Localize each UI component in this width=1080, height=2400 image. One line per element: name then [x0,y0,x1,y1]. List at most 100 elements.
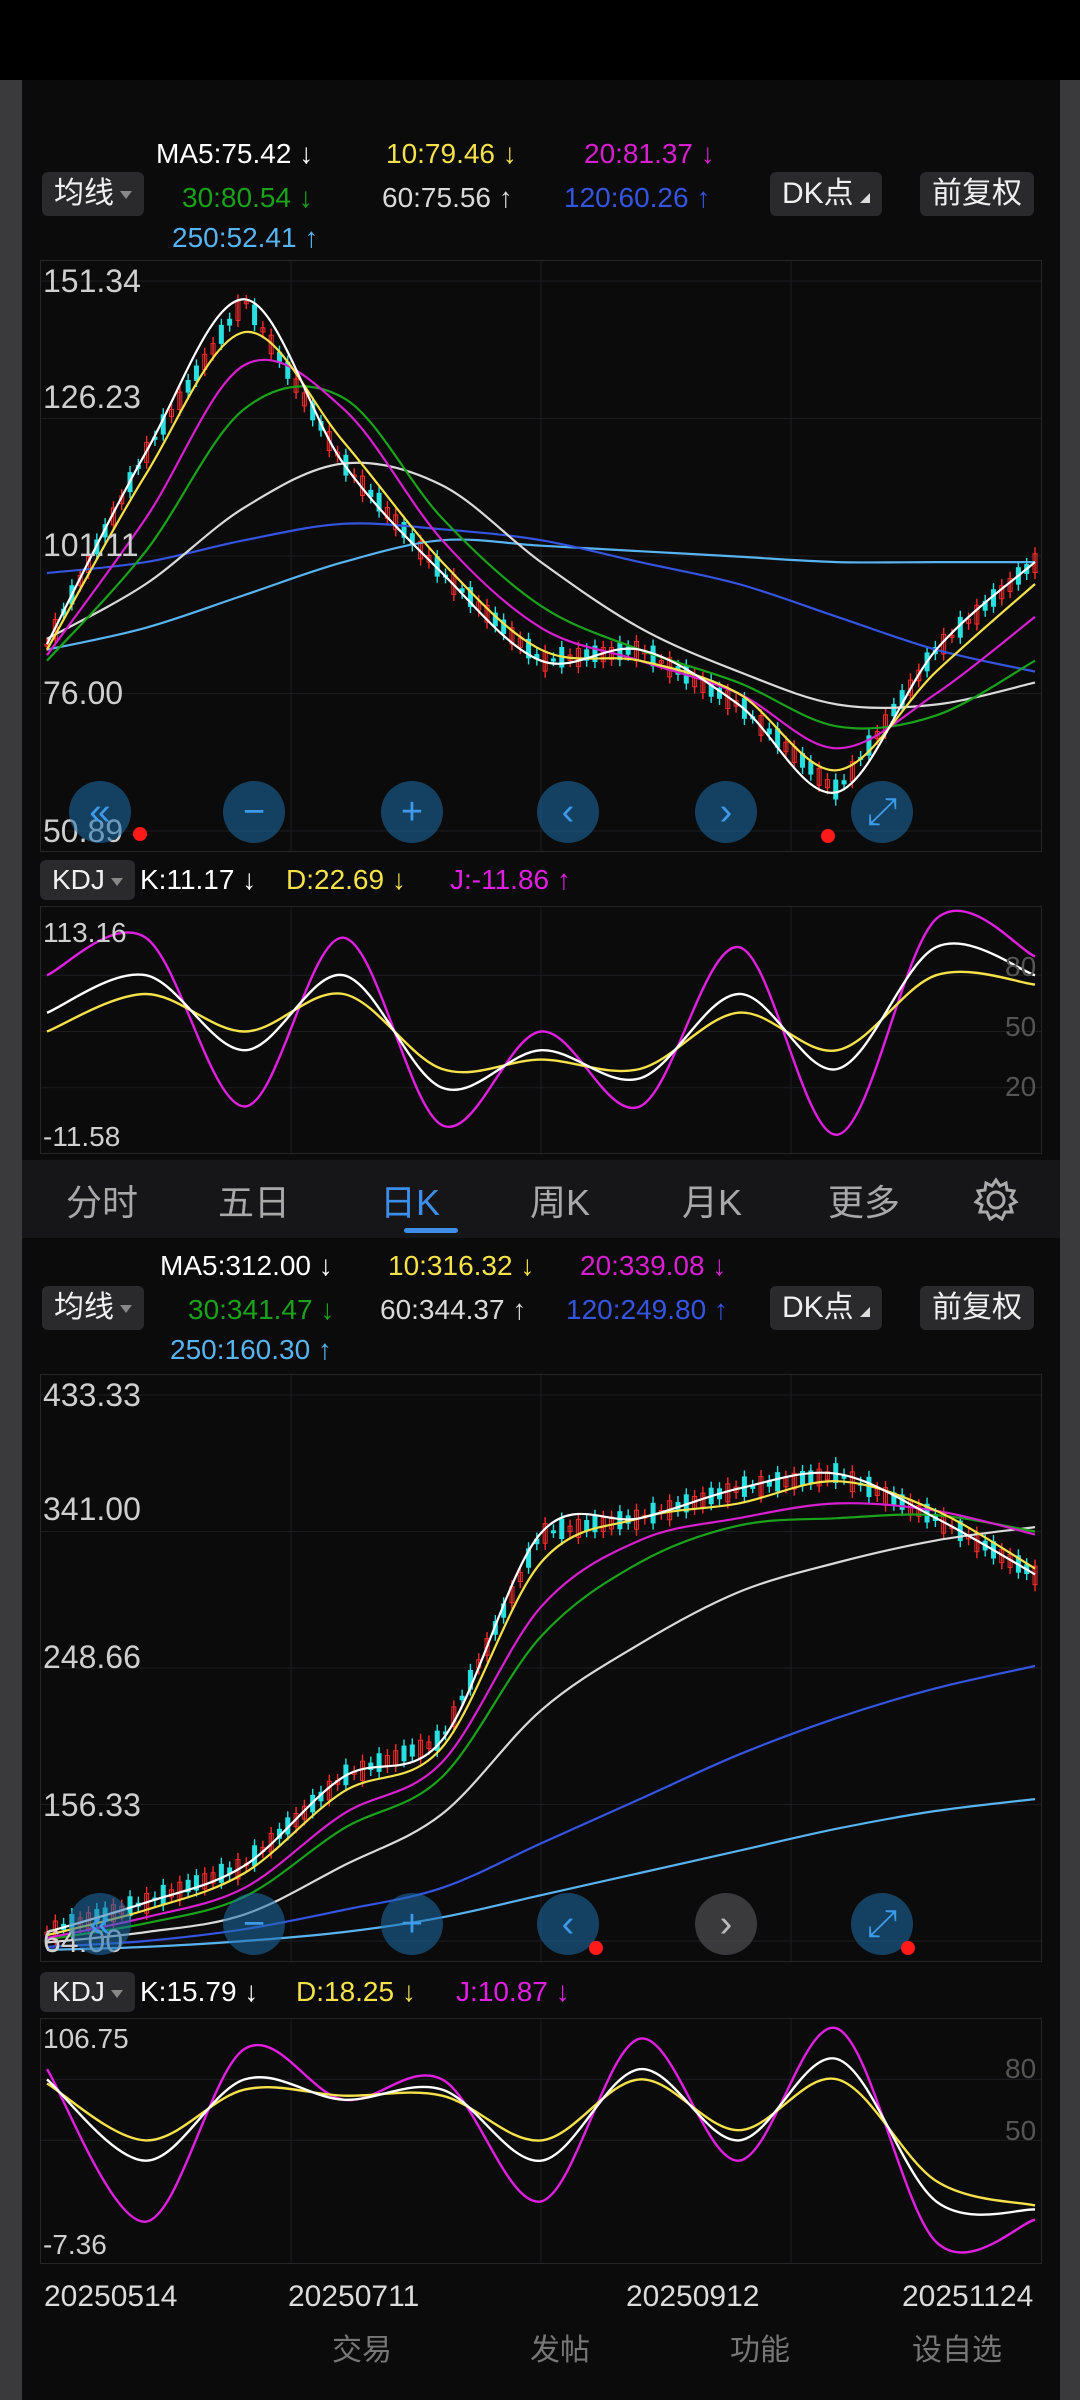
ma60-value: 60:344.37 ↑ [380,1294,527,1325]
ma60-value: 60:75.56 ↑ [382,182,513,213]
dk-marker-dot [901,1941,915,1955]
ma20-value: 20:339.08 ↓ [580,1250,727,1281]
bottom-price-panel[interactable]: 433.33 341.00 248.66 156.33 64.00 « − + … [40,1374,1042,1962]
kdj-k-value: K:11.17 ↓ [140,864,257,895]
candlestick [584,1513,590,1538]
tab-daily-k[interactable]: 日K [380,1174,440,1226]
candlestick [633,634,639,668]
candlestick [866,729,872,762]
ma30-value: 30:80.54 ↓ [182,182,313,213]
y-label: 151.34 [43,263,141,299]
scroll-right-button[interactable]: › [695,781,757,843]
candlestick [600,1510,606,1539]
tab-more[interactable]: 更多 [828,1174,900,1226]
dk-marker-dot [821,829,835,843]
kdj-80-label: 80 [1005,951,1037,982]
nav-functions[interactable]: 功能 [730,2325,790,2369]
ma120-value: 120:249.80 ↑ [566,1294,728,1325]
kdj-50-label: 50 [1005,1011,1037,1042]
y-label: 126.23 [43,379,141,415]
ma5-value: MA5:75.42 ↓ [156,138,314,169]
left-edge [0,80,22,2400]
zoom-out-button[interactable]: − [223,1893,285,1955]
candlestick [999,579,1005,606]
candlestick [509,621,515,651]
candlestick [368,1756,374,1777]
candlestick [883,1481,889,1512]
candlestick [409,1738,415,1763]
scroll-left-button[interactable]: ‹ [537,781,599,843]
right-edge [1060,80,1080,2400]
y-label: 76.00 [43,675,124,711]
candlestick [160,408,166,441]
ma10-value: 10:79.46 ↓ [386,138,517,169]
tab-weekly-k[interactable]: 周K [530,1174,590,1226]
kdj-20-label: 20 [1005,1071,1037,1102]
ma-toggle-button[interactable]: 均线 [42,172,144,216]
candlestick [650,1496,656,1530]
dk-point-button[interactable]: DK点 [770,172,882,216]
dk-marker-dot [589,1941,603,1955]
bottom-kdj-panel[interactable]: 106.75 -7.36 80 50 [40,2018,1042,2264]
candlestick [542,1517,548,1550]
forward-adjust-button[interactable]: 前复权 [920,1286,1034,1330]
kdj-max-label: 113.16 [43,917,127,948]
candlestick [974,598,980,631]
kdj-min-label: -11.58 [43,1121,121,1152]
scroll-right-button[interactable]: › [695,1893,757,1955]
candlestick [982,594,988,617]
kdj-50-label: 50 [1005,2115,1037,2146]
dropdown-arrow-icon [110,877,123,886]
candlestick [467,580,473,614]
top-kdj-chart [41,907,1041,1153]
y-label: 248.66 [43,1639,141,1675]
candlestick [1032,1559,1038,1592]
date-label: 20250514 [44,2280,178,2313]
kdj-j-value: J:-11.86 ↑ [450,864,571,895]
candlestick [384,1749,390,1774]
dropdown-arrow-icon [110,1989,123,1998]
forward-adjust-button[interactable]: 前复权 [920,172,1034,216]
ma250-value: 250:52.41 ↑ [172,222,319,253]
ma-toggle-button[interactable]: 均线 [42,1286,144,1330]
active-tab-underline [404,1228,458,1233]
zoom-out-button[interactable]: − [223,781,285,843]
kdj-selector-button[interactable]: KDJ [40,1972,135,2012]
nav-add-watchlist[interactable]: 设自选 [912,2325,1002,2369]
y-label: 101.11 [43,527,139,563]
ma5-value: MA5:312.00 ↓ [160,1250,333,1281]
nav-post[interactable]: 发帖 [530,2325,590,2369]
top-kdj-panel[interactable]: 113.16 -11.58 80 50 20 [40,906,1042,1154]
candlestick [393,1744,399,1773]
nav-trade[interactable]: 交易 [332,2325,392,2369]
scroll-far-left-button[interactable]: « [69,781,131,843]
candlestick [484,598,490,629]
candlestick [550,1524,556,1538]
dropdown-arrow-icon [120,1305,132,1314]
tab-intraday[interactable]: 分时 [66,1174,138,1226]
candlestick [800,746,806,774]
zoom-in-button[interactable]: + [381,781,443,843]
bottom-kdj-chart [41,2019,1041,2263]
dk-marker-dot [133,827,147,841]
tab-five-day[interactable]: 五日 [218,1174,290,1226]
ma120-value: 120:60.26 ↑ [564,182,711,213]
candlestick [384,500,390,525]
candlestick [177,1875,183,1906]
date-label: 20251124 [902,2280,1034,2313]
candlestick [692,668,698,694]
corner-icon [859,193,870,203]
scroll-far-left-button[interactable]: « [69,1893,131,1955]
kdj-selector-button[interactable]: KDJ [40,860,135,900]
tab-monthly-k[interactable]: 月K [682,1174,742,1226]
zoom-in-button[interactable]: + [381,1893,443,1955]
top-price-panel[interactable]: 151.34 126.23 101.11 76.00 50.89 « − + ‹… [40,260,1042,852]
dk-point-button[interactable]: DK点 [770,1286,882,1330]
candlestick [833,773,839,806]
gear-icon[interactable] [972,1176,1020,1224]
fullscreen-button[interactable]: ⤢ [851,781,913,843]
kdj-d-value: D:18.25 ↓ [296,1976,416,2007]
candlestick [800,1464,806,1492]
ma250-value: 250:160.30 ↑ [170,1334,332,1365]
candlestick [708,673,714,703]
